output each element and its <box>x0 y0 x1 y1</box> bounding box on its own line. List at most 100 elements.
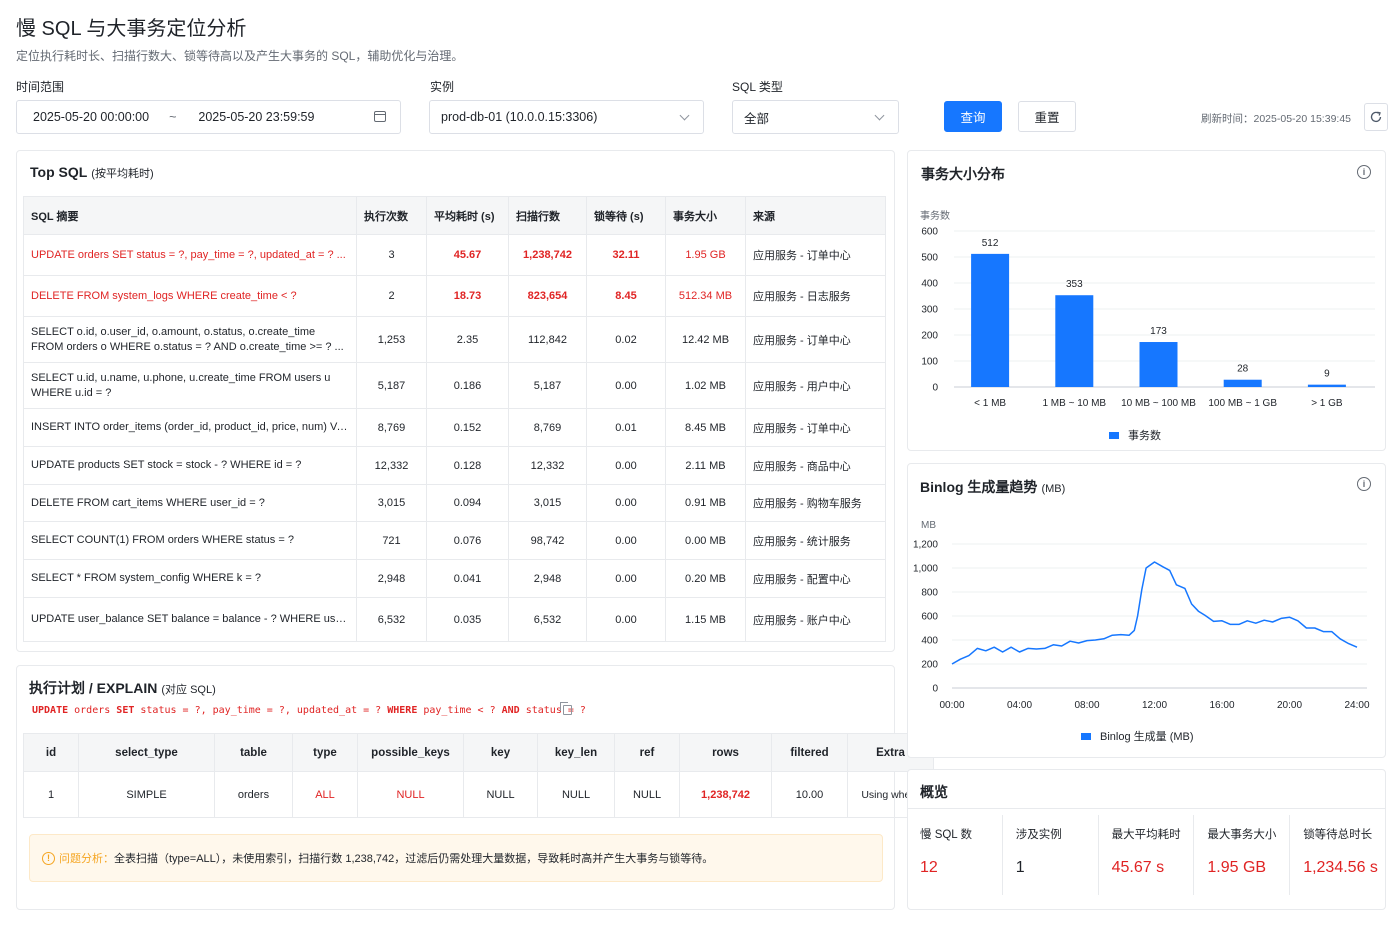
overview-stat-value: 1,234.56 s <box>1303 859 1378 876</box>
cell-src: 应用服务 - 统计服务 <box>745 521 886 560</box>
cell-src: 应用服务 - 订单中心 <box>745 316 886 363</box>
cell-lock: 0.02 <box>586 316 666 363</box>
cell-scan: 8,769 <box>508 408 587 447</box>
time-range-picker[interactable]: 2025-05-20 00:00:00 ~ 2025-05-20 23:59:5… <box>16 100 401 134</box>
table-row[interactable]: UPDATE user_balance SET balance = balanc… <box>23 597 886 642</box>
info-icon[interactable]: i <box>1357 165 1371 179</box>
page-title: 慢 SQL 与大事务定位分析 <box>16 18 247 40</box>
explain-col-header: table <box>214 733 293 772</box>
copy-icon[interactable] <box>560 702 572 715</box>
overview-stat: 涉及实例 1 <box>1001 815 1098 895</box>
binlog-ytick-label: 200 <box>921 660 938 671</box>
explain-row: 1 SIMPLE orders ALL NULL NULL NULL NULL 1,238,74… <box>23 771 934 818</box>
tx-bar <box>971 253 1010 387</box>
cell-lock: 0.00 <box>586 446 666 485</box>
query-button[interactable]: 查询 <box>944 101 1002 132</box>
table-row[interactable]: SELECT * FROM system_config WHERE k = ? 2… <box>23 559 886 598</box>
explain-table: id select_type table type possible_keys key ke… <box>23 733 934 818</box>
cell-sql[interactable]: DELETE FROM cart_items WHERE user_id = ? <box>23 484 357 522</box>
tx-bar-value-label: 353 <box>1066 279 1083 290</box>
cell-sql[interactable]: SELECT * FROM system_config WHERE k = ? <box>23 559 357 598</box>
cell-avg: 0.094 <box>426 484 509 522</box>
cell-sql[interactable]: SELECT COUNT(1) FROM orders WHERE status… <box>23 521 357 560</box>
overview-stat: 慢 SQL 数 12 <box>908 815 1002 895</box>
table-row[interactable]: SELECT COUNT(1) FROM orders WHERE status… <box>23 521 886 560</box>
overview-stat: 最大事务大小 1.95 GB <box>1193 815 1289 895</box>
cell-sql[interactable]: UPDATE products SET stock = stock - ? WH… <box>23 446 357 485</box>
table-row[interactable]: UPDATE orders SET status = ?, pay_time =… <box>23 234 886 276</box>
tx-bar-value-label: 512 <box>982 238 999 249</box>
table-row[interactable]: SELECT u.id, u.name, u.phone, u.create_t… <box>23 362 886 409</box>
cell-lock: 0.00 <box>586 484 666 522</box>
cell-sql[interactable]: DELETE FROM system_logs WHERE create_tim… <box>23 275 357 317</box>
table-row[interactable]: INSERT INTO order_items (order_id, produ… <box>23 408 886 447</box>
tx-bar <box>1307 384 1346 387</box>
explain-col-header: select_type <box>78 733 215 772</box>
start-time-input[interactable]: 2025-05-20 00:00:00 <box>33 110 149 124</box>
binlog-title-note: (MB) <box>1041 483 1066 495</box>
explain-col-header: type <box>292 733 358 772</box>
overview-stat: 锁等待总时长 1,234.56 s <box>1289 815 1385 895</box>
cell-size: 0.91 MB <box>665 484 746 522</box>
cell-sql[interactable]: INSERT INTO order_items (order_id, produ… <box>23 408 357 447</box>
overview-stat-value: 1 <box>1015 859 1025 876</box>
cell-lock: 8.45 <box>586 275 666 317</box>
cell-size: 8.45 MB <box>665 408 746 447</box>
explain-sql-text: UPDATE orders SET status = ?, pay_time =… <box>32 705 586 716</box>
cell-exec: 3 <box>356 234 427 276</box>
table-row[interactable]: SELECT o.id, o.user_id, o.amount, o.stat… <box>23 316 886 363</box>
calendar-icon[interactable] <box>374 111 386 122</box>
sql-type-select[interactable]: 全部 <box>732 100 899 134</box>
cell-scan: 12,332 <box>508 446 587 485</box>
info-icon[interactable]: i <box>1357 477 1371 491</box>
refresh-button[interactable] <box>1364 103 1388 131</box>
cell-lock: 0.00 <box>586 521 666 560</box>
cell-src: 应用服务 - 配置中心 <box>745 559 886 598</box>
binlog-xtick-label: 08:00 <box>1074 700 1099 711</box>
sql-type-select-value: 全部 <box>744 111 770 126</box>
tx-ytick-label: 400 <box>921 279 938 290</box>
cell-scan: 112,842 <box>508 316 587 363</box>
cell-sql[interactable]: UPDATE orders SET status = ?, pay_time =… <box>23 234 357 276</box>
overview-stat-label: 最大平均耗时 <box>1111 829 1181 841</box>
cell-lock: 0.00 <box>586 559 666 598</box>
cell-exec: 2 <box>356 275 427 317</box>
overview-title: 概览 <box>920 784 948 800</box>
cell-size: 1.02 MB <box>665 362 746 409</box>
cell-scan: 98,742 <box>508 521 587 560</box>
chevron-down-icon <box>874 110 885 121</box>
time-range-label: 时间范围 <box>16 80 65 94</box>
explain-cell-id: 1 <box>23 771 79 818</box>
instance-select[interactable]: prod-db-01 (10.0.0.15:3306) <box>429 100 704 134</box>
cell-size: 0.00 MB <box>665 521 746 560</box>
tx-chart-legend: 事务数 <box>1109 427 1161 443</box>
end-time-input[interactable]: 2025-05-20 23:59:59 <box>198 110 314 124</box>
cell-src: 应用服务 - 日志服务 <box>745 275 886 317</box>
table-row[interactable]: UPDATE products SET stock = stock - ? WH… <box>23 446 886 485</box>
cell-exec: 721 <box>356 521 427 560</box>
cell-avg: 18.73 <box>426 275 509 317</box>
cell-sql[interactable]: SELECT u.id, u.name, u.phone, u.create_t… <box>23 362 357 409</box>
explain-title: 执行计划 / EXPLAIN (对应 SQL) <box>29 680 216 696</box>
overview-stat-label: 涉及实例 <box>1015 829 1062 841</box>
binlog-series-line <box>951 561 1358 665</box>
instance-label: 实例 <box>430 80 455 94</box>
binlog-xtick-label: 20:00 <box>1277 700 1302 711</box>
table-row[interactable]: DELETE FROM system_logs WHERE create_tim… <box>23 275 886 317</box>
explain-col-header: ref <box>614 733 680 772</box>
overview-stat-value: 45.67 s <box>1111 859 1165 876</box>
cell-avg: 0.186 <box>426 362 509 409</box>
top-sql-col-header: SQL 摘要 <box>23 196 357 235</box>
tx-ytick-label: 0 <box>932 383 938 394</box>
cell-size: 0.20 MB <box>665 559 746 598</box>
cell-scan: 5,187 <box>508 362 587 409</box>
cell-lock: 0.00 <box>586 362 666 409</box>
table-row[interactable]: DELETE FROM cart_items WHERE user_id = ?… <box>23 484 886 522</box>
reset-button[interactable]: 重置 <box>1018 101 1076 132</box>
explain-cell-type: ALL <box>292 771 358 818</box>
top-sql-title-note: (按平均耗时) <box>91 168 154 180</box>
cell-sql[interactable]: UPDATE user_balance SET balance = balanc… <box>23 597 357 642</box>
cell-sql[interactable]: SELECT o.id, o.user_id, o.amount, o.stat… <box>23 316 357 363</box>
cell-avg: 0.152 <box>426 408 509 447</box>
cell-size: 1.95 GB <box>665 234 746 276</box>
